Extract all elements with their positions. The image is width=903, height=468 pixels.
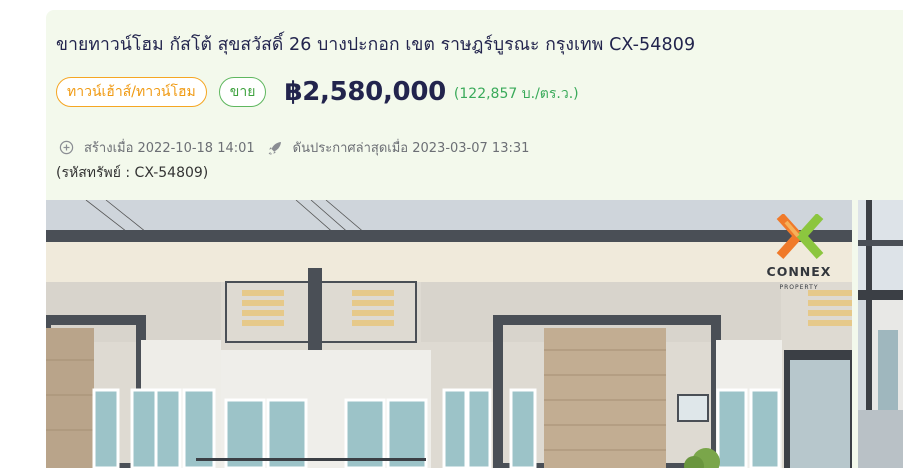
boosted-date: ดันประกาศล่าสุดเมื่อ 2023-03-07 13:31 bbox=[292, 141, 530, 156]
plus-circle-icon bbox=[58, 140, 74, 156]
connex-logo: CONNEX PROPERTY bbox=[758, 212, 840, 298]
rocket-icon bbox=[267, 140, 283, 156]
property-code: (รหัสทรัพย์ : CX-54809) bbox=[56, 165, 209, 181]
price-row: ทาวน์เฮ้าส์/ทาวน์โฮม ขาย ฿2,580,000 (122… bbox=[56, 76, 579, 108]
property-type-badge[interactable]: ทาวน์เฮ้าส์/ทาวน์โฮม bbox=[56, 77, 207, 107]
logo-wordmark: CONNEX bbox=[767, 264, 832, 279]
listing-price: ฿2,580,000 bbox=[284, 77, 446, 107]
listing-photo-main[interactable]: CONNEX PROPERTY bbox=[46, 200, 852, 468]
sale-badge[interactable]: ขาย bbox=[218, 77, 267, 107]
price-per-square-wah: (122,857 บ./ตร.ว.) bbox=[453, 86, 579, 102]
created-date: สร้างเมื่อ 2022-10-18 14:01 bbox=[84, 141, 255, 156]
logo-tagline: PROPERTY bbox=[780, 284, 819, 291]
listing-title: ขายทาวน์โฮม กัสโต้ สุขสวัสดิ์ 26 บางปะกอ… bbox=[56, 35, 696, 55]
listing-photo-next[interactable] bbox=[858, 200, 903, 468]
listing-meta: สร้างเมื่อ 2022-10-18 14:01 ดันประกาศล่า… bbox=[58, 137, 529, 158]
listing-card: ขายทาวน์โฮม กัสโต้ สุขสวัสดิ์ 26 บางปะกอ… bbox=[46, 10, 903, 468]
